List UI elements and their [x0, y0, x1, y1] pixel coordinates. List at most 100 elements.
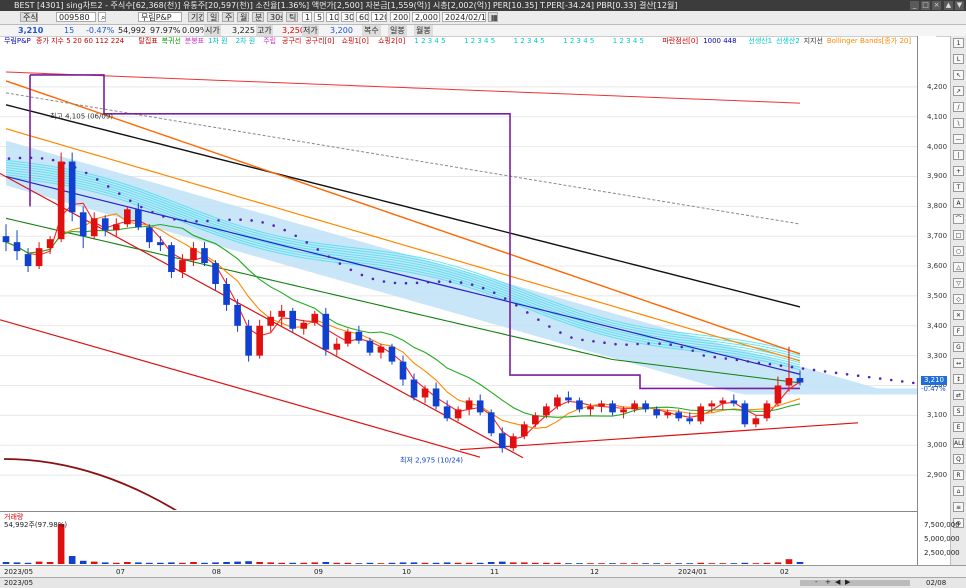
calendar-icon[interactable]: ▦ — [488, 12, 498, 22]
date-prefix-field[interactable]: 2,000 — [412, 12, 440, 22]
indicator-label[interactable]: 1차 원 — [208, 37, 228, 46]
indicator-label[interactable]: 선생산2 — [776, 37, 800, 46]
interval-120[interactable]: 120 — [371, 12, 387, 22]
indicator-label[interactable]: 1 2 3 4 5 — [563, 37, 594, 46]
indicator-label[interactable]: 종가 지수 5 20 60 112 224 — [36, 37, 124, 46]
price-chart[interactable]: 최고 4,105 (06/09) 최저 2,975 (10/24) — [0, 46, 917, 510]
price-axis: 4,200 4,100 4,000 3,900 3,800 3,700 3,600 3,500… — [917, 36, 947, 566]
compare-button[interactable]: 복수 — [362, 25, 381, 36]
drawing-tool-button[interactable]: \ — [953, 118, 964, 128]
drawing-tool-button[interactable]: ✕ — [953, 310, 964, 320]
drawing-tool-button[interactable]: ⌒ — [953, 214, 964, 224]
indicator-label[interactable]: 분봉표 — [185, 37, 204, 46]
drawing-tool-button[interactable]: ≡ — [953, 502, 964, 512]
indicator-label[interactable]: 1 2 3 4 5 — [464, 37, 495, 46]
indicator-label[interactable]: 쇼핑2[0] — [378, 37, 405, 46]
quote-row: 3,210 15 -0.47% 54,992 97.97% 0.09% 시가 3… — [0, 25, 966, 37]
drawing-tool-button[interactable]: T — [953, 182, 964, 192]
indicator-label[interactable]: 무림P&P — [4, 37, 31, 46]
indicator-label[interactable]: 공구리[0] — [305, 37, 334, 46]
drawing-tool-button[interactable]: L — [953, 54, 964, 64]
drawing-tool-button[interactable]: ↔ — [953, 358, 964, 368]
indicator-label[interactable]: 파란점선[0] — [662, 37, 698, 46]
drawing-tool-button[interactable]: □ — [953, 230, 964, 240]
date-input[interactable]: 2024/02/10 — [442, 12, 486, 22]
minimize-button[interactable]: _ — [910, 1, 919, 10]
daily-chart-button[interactable]: 일봉 — [388, 25, 407, 36]
interval-60[interactable]: 60 — [356, 12, 369, 22]
drawing-tool-button[interactable]: ◇ — [953, 294, 964, 304]
scroll-up-icon[interactable]: ▲ — [944, 1, 953, 10]
chart-scrollbar[interactable]: 2023/05 02/08 - + ◀ ▶ — [0, 577, 966, 588]
volume-bar — [179, 562, 186, 564]
indicator-label[interactable]: 쇼핑1[0] — [342, 37, 369, 46]
indicator-label[interactable]: 복귀선 — [162, 37, 181, 46]
drawing-tool-button[interactable]: ▽ — [953, 278, 964, 288]
drawing-tool-button[interactable]: △ — [953, 262, 964, 272]
drawing-tool-button[interactable]: ⌂ — [953, 486, 964, 496]
seconds-button[interactable]: 30s — [267, 12, 283, 22]
close-button[interactable]: × — [932, 1, 941, 10]
indicator-label[interactable]: 선생산1 — [748, 37, 772, 46]
indicator-label[interactable]: 주립 — [263, 37, 276, 46]
drawing-tool-button[interactable]: | — [953, 150, 964, 160]
interval-1[interactable]: 1 — [302, 12, 312, 22]
drawing-tool-button[interactable]: + — [953, 166, 964, 176]
tick-button[interactable]: 틱 — [286, 12, 298, 22]
parabolic-dot — [349, 268, 353, 272]
indicator-label[interactable]: 2차 원 — [236, 37, 256, 46]
day-button[interactable]: 일 — [207, 12, 219, 22]
stock-code-input[interactable]: 009580 — [56, 12, 96, 22]
zoom-out-icon[interactable]: - — [815, 578, 818, 586]
indicator-label[interactable]: 탈집표 — [138, 37, 157, 46]
drawing-tool-button[interactable]: E — [953, 422, 964, 432]
minute-button[interactable]: 분 — [252, 12, 264, 22]
indicator-label[interactable]: 1 2 3 4 5 — [514, 37, 545, 46]
interval-10[interactable]: 10 — [326, 12, 339, 22]
zoom-in-icon[interactable]: + — [825, 578, 831, 586]
volume-bar — [465, 562, 473, 564]
drawing-tool-button[interactable]: S — [953, 406, 964, 416]
drawing-tool-button[interactable]: ○ — [953, 246, 964, 256]
drawing-tool-button[interactable]: — — [953, 134, 964, 144]
period-button[interactable]: 기간 — [188, 12, 204, 22]
drawing-tool-button[interactable]: / — [953, 102, 964, 112]
indicator-label[interactable]: 1000 448 — [703, 37, 736, 46]
indicator-label[interactable]: 1 2 3 4 5 — [414, 37, 445, 46]
scroll-down-icon[interactable]: ▼ — [955, 1, 964, 10]
maximize-button[interactable]: □ — [921, 1, 930, 10]
search-icon[interactable]: ⌕ — [98, 12, 106, 22]
indicator-label[interactable]: Bollinger Bands[종가 20] — [827, 37, 911, 46]
drawing-tool-button[interactable]: ALL — [953, 438, 964, 448]
month-button[interactable]: 월 — [237, 12, 249, 22]
indicator-label[interactable]: 지지선 — [804, 37, 823, 46]
drawing-tool-button[interactable]: ⇄ — [953, 390, 964, 400]
volume-bar — [157, 562, 164, 564]
week-button[interactable]: 주 — [222, 12, 234, 22]
drawing-tool-button[interactable]: ↕ — [953, 374, 964, 384]
indicator-label[interactable]: 공구리 — [282, 37, 301, 46]
volume-chart[interactable] — [0, 511, 917, 566]
drawing-tool-button[interactable]: Q — [953, 454, 964, 464]
interval-5[interactable]: 5 — [314, 12, 324, 22]
monthly-chart-button[interactable]: 월봉 — [414, 25, 433, 36]
volume-bar — [245, 561, 252, 564]
candle — [57, 152, 65, 243]
drawing-tool-button[interactable]: R — [953, 470, 964, 480]
scroll-left-icon[interactable]: ◀ — [835, 578, 840, 586]
stock-name-field[interactable]: 무림P&P — [138, 12, 182, 22]
interval-30[interactable]: 30 — [341, 12, 354, 22]
scroll-right-icon[interactable]: ▶ — [845, 578, 850, 586]
count-input[interactable]: 200 — [390, 12, 410, 22]
volume-bar — [289, 562, 297, 564]
drawing-tool-button[interactable]: ↗ — [953, 86, 964, 96]
drawing-tool-button[interactable]: G — [953, 342, 964, 352]
parabolic-dot — [117, 192, 121, 195]
drawing-tool-button[interactable]: 1 — [953, 38, 964, 48]
drawing-tool-button[interactable]: F — [953, 326, 964, 336]
mode-select[interactable]: 주식 — [20, 12, 38, 22]
indicator-label[interactable]: 1 2 3 4 5 — [613, 37, 644, 46]
drawing-tool-button[interactable]: ↖ — [953, 70, 964, 80]
drawing-tool-button[interactable]: A — [953, 198, 964, 208]
price-tick: 3,900 — [927, 172, 948, 181]
